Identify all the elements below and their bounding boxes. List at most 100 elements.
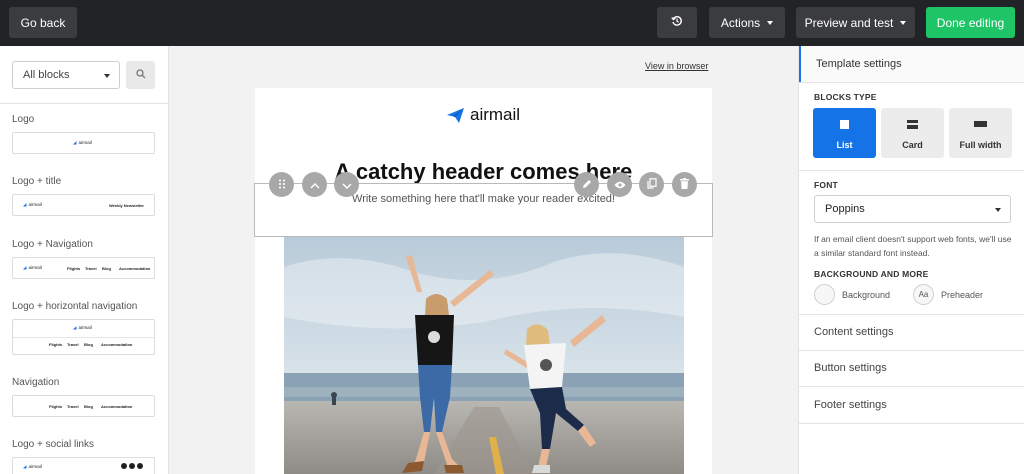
instagram-icon [137, 463, 143, 469]
mini-nav-link: Flights [49, 342, 63, 347]
eye-icon [614, 176, 626, 194]
mini-logo: airmail [73, 140, 91, 146]
mini-nav-link: Accommodation [101, 342, 133, 347]
divider [0, 103, 169, 104]
preheader-button[interactable]: Aa [913, 284, 934, 305]
blocks-type-list[interactable]: List [813, 108, 876, 158]
card-icon [907, 120, 918, 129]
mini-title: Weekly Newsletter [108, 203, 144, 208]
divider [799, 170, 1024, 171]
font-select-value: Poppins [825, 203, 865, 215]
blocks-type-label: Card [902, 140, 923, 150]
go-back-button[interactable]: Go back [9, 7, 77, 38]
edit-button[interactable] [574, 172, 599, 197]
mini-logo: airmail [23, 265, 41, 271]
history-button[interactable] [657, 7, 697, 38]
divider [799, 386, 1024, 387]
mini-nav-link: Blog [84, 404, 93, 409]
mini-logo: airmail [73, 325, 91, 331]
block-thumb-navigation[interactable]: Flights Travel Blog Accommodation [12, 395, 155, 417]
duplicate-button[interactable] [639, 172, 664, 197]
top-toolbar: Go back Actions Preview and test Done ed… [0, 0, 1024, 46]
divider [13, 337, 154, 338]
blocks-filter-select[interactable]: All blocks [12, 61, 120, 89]
block-label-navigation: Navigation [12, 377, 60, 388]
delete-button[interactable] [672, 172, 697, 197]
preheader-label: Preheader [941, 290, 984, 300]
block-label-logo-title: Logo + title [12, 176, 62, 187]
twitter-icon [129, 463, 135, 469]
button-settings-section[interactable]: Button settings [814, 362, 887, 374]
blocks-type-caption: BLOCKS TYPE [814, 92, 877, 102]
mini-nav-link: Travel [67, 342, 79, 347]
list-icon [840, 120, 849, 129]
template-settings-title: Template settings [816, 58, 902, 70]
chevron-down-icon [767, 20, 774, 25]
background-label: Background [842, 290, 891, 300]
blocks-type-label: Full width [959, 140, 1002, 150]
drag-handle-button[interactable] [269, 172, 294, 197]
mini-logo: airmail [23, 464, 41, 470]
go-back-label: Go back [20, 15, 66, 30]
background-color-swatch[interactable] [814, 284, 835, 305]
preview-button[interactable] [607, 172, 632, 197]
paper-plane-icon [447, 107, 464, 123]
preview-and-test-label: Preview and test [804, 15, 894, 30]
divider [799, 314, 1024, 315]
background-caption: BACKGROUND AND MORE [814, 269, 929, 279]
view-in-browser-link[interactable]: View in browser [645, 61, 708, 71]
email-hero-image[interactable] [284, 237, 684, 474]
settings-panel: Template settings BLOCKS TYPE List Card … [798, 46, 1024, 474]
font-caption: FONT [814, 180, 838, 190]
blocks-sidebar: All blocks Logo airmail Logo + title air… [0, 46, 169, 474]
font-fallback-hint: If an email client doesn't support web f… [814, 234, 1012, 258]
move-down-button[interactable] [334, 172, 359, 197]
history-icon [671, 15, 683, 30]
mini-nav-link: Travel [67, 404, 79, 409]
chevron-down-icon [341, 176, 352, 194]
block-label-logo-horizontal-navigation: Logo + horizontal navigation [12, 301, 138, 312]
chevron-up-icon [309, 176, 320, 194]
blocks-type-label: List [836, 140, 853, 150]
block-thumb-logo[interactable]: airmail [12, 132, 155, 154]
template-settings-header[interactable]: Template settings [799, 46, 1024, 82]
done-editing-label: Done editing [936, 15, 1005, 30]
drag-handle-icon [278, 176, 286, 194]
email-logo[interactable]: airmail [447, 105, 520, 125]
font-select[interactable]: Poppins [814, 195, 1011, 223]
divider [799, 82, 1024, 83]
pencil-icon [582, 176, 592, 194]
email-brand-name: airmail [470, 105, 521, 124]
chevron-down-icon [104, 74, 110, 78]
block-thumb-logo-navigation[interactable]: airmail Flights Travel Blog Accommodatio… [12, 257, 155, 279]
mini-nav-link: Travel [85, 266, 97, 271]
block-thumb-logo-horizontal-navigation[interactable]: airmail Flights Travel Blog Accommodatio… [12, 319, 155, 355]
mini-logo: airmail [23, 202, 41, 208]
mini-nav-link: Blog [102, 266, 111, 271]
mini-nav-link: Flights [49, 404, 63, 409]
mini-nav-link: Blog [84, 342, 93, 347]
block-thumb-logo-social-links[interactable]: airmail [12, 457, 155, 474]
actions-label: Actions [720, 15, 761, 30]
facebook-icon [121, 463, 127, 469]
blocks-filter-value: All blocks [23, 69, 70, 81]
preheader-icon: Aa [918, 290, 929, 299]
actions-dropdown[interactable]: Actions [709, 7, 785, 38]
move-up-button[interactable] [302, 172, 327, 197]
mini-nav-link: Flights [67, 266, 81, 271]
blocks-type-card[interactable]: Card [881, 108, 944, 158]
done-editing-button[interactable]: Done editing [926, 7, 1015, 38]
mini-nav-link: Accommodation [119, 266, 151, 271]
block-label-logo: Logo [12, 114, 35, 125]
preview-and-test-dropdown[interactable]: Preview and test [796, 7, 915, 38]
divider [799, 350, 1024, 351]
trash-icon [680, 176, 689, 194]
blocks-type-full-width[interactable]: Full width [949, 108, 1012, 158]
block-label-logo-navigation: Logo + Navigation [12, 239, 93, 250]
copy-icon [646, 176, 657, 194]
block-thumb-logo-title[interactable]: airmail Weekly Newsletter [12, 194, 155, 216]
content-settings-section[interactable]: Content settings [814, 326, 894, 338]
search-icon [135, 66, 146, 84]
footer-settings-section[interactable]: Footer settings [814, 399, 887, 411]
search-button[interactable] [126, 61, 155, 89]
